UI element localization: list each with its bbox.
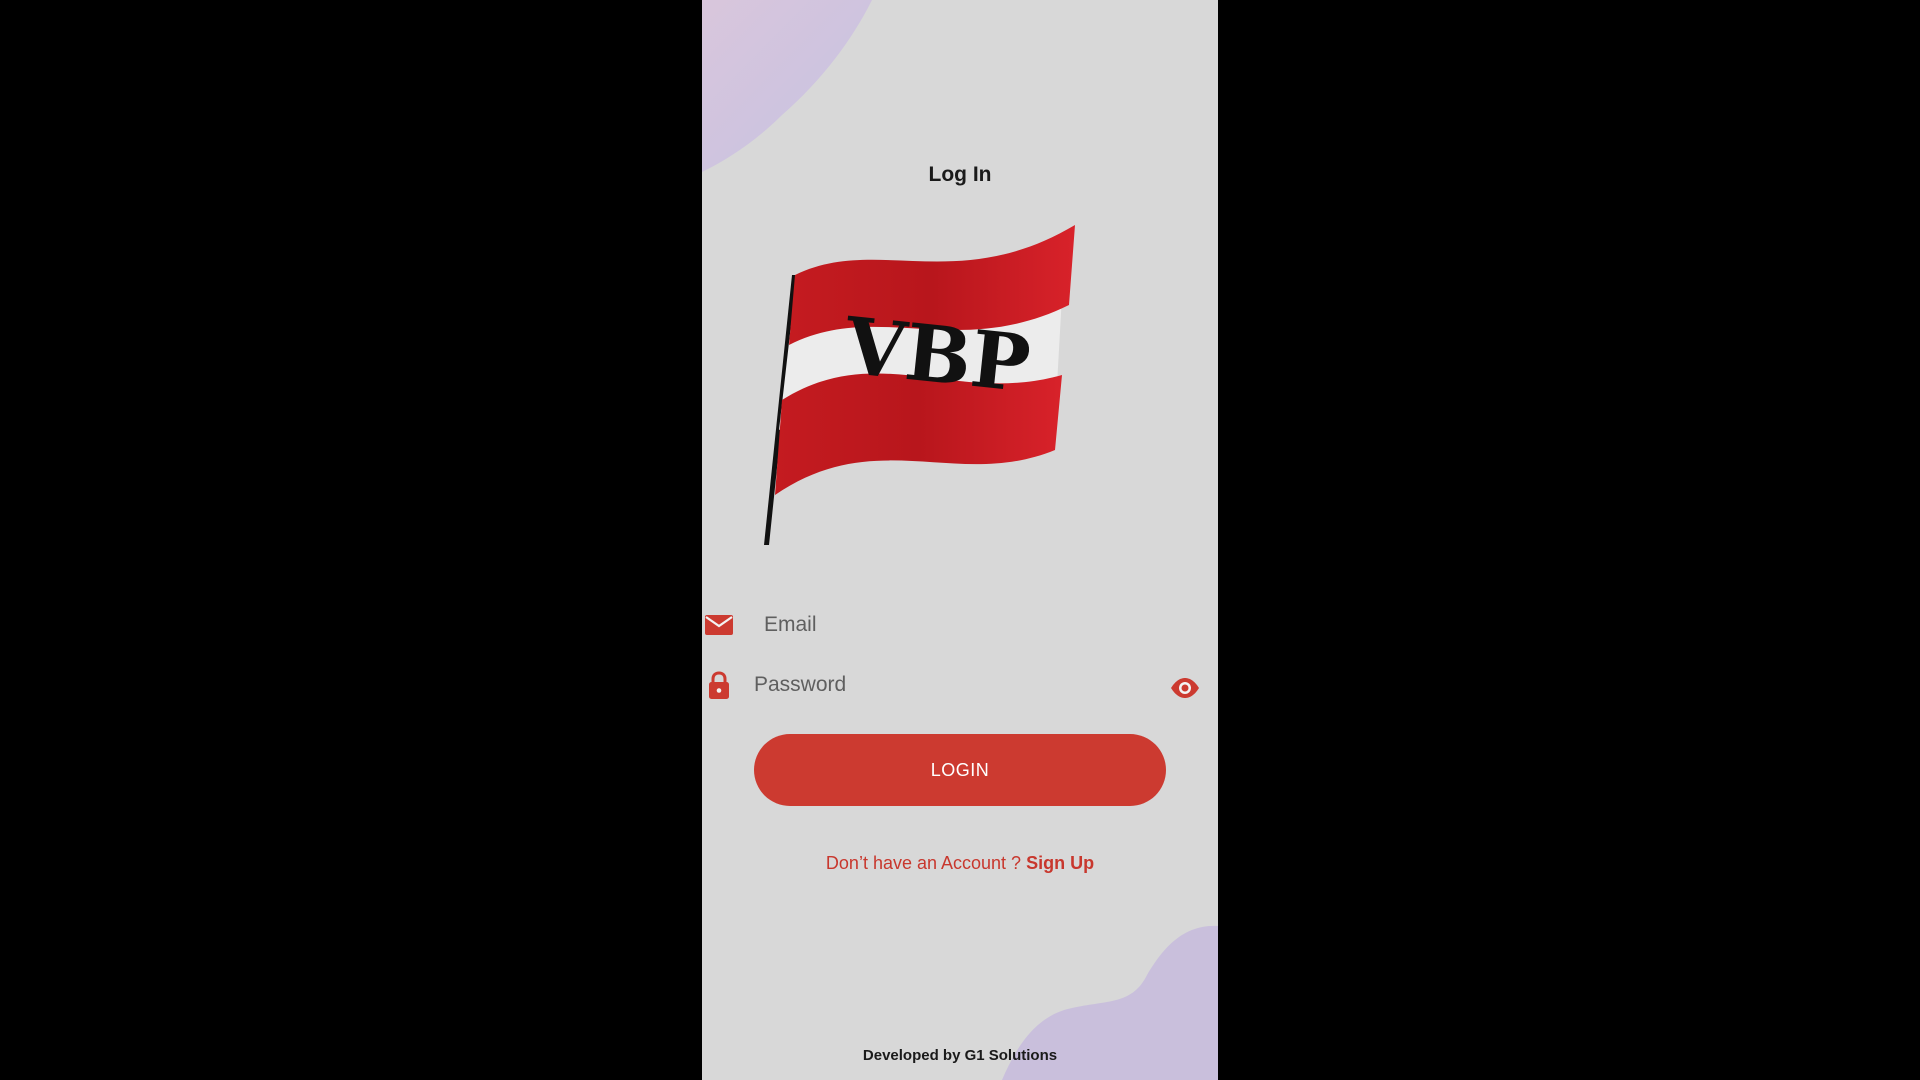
email-input[interactable] bbox=[764, 600, 1144, 650]
login-screen: Log In VBP Email LOGIN Don’t have an Acc… bbox=[702, 0, 1218, 1080]
email-field-row bbox=[702, 600, 1218, 650]
password-input[interactable] bbox=[754, 660, 1134, 710]
vbp-flag-logo: VBP bbox=[764, 225, 1075, 545]
signup-prompt-text: Don’t have an Account ? bbox=[825, 853, 1022, 873]
envelope-icon bbox=[705, 615, 733, 635]
sign-up-link[interactable]: Sign Up bbox=[1026, 853, 1094, 873]
login-button[interactable]: LOGIN bbox=[754, 734, 1166, 806]
password-field-row bbox=[702, 660, 1218, 710]
developer-credit: Developed by G1 Solutions bbox=[862, 1047, 1058, 1064]
logo-text: VBP bbox=[840, 300, 1035, 410]
eye-icon[interactable] bbox=[1170, 673, 1200, 703]
signup-prompt-line: Don’t have an Account ? Sign Up bbox=[702, 853, 1218, 874]
page-title: Log In bbox=[928, 163, 992, 186]
lock-icon bbox=[709, 671, 729, 699]
decorative-blob-top bbox=[702, 0, 872, 172]
